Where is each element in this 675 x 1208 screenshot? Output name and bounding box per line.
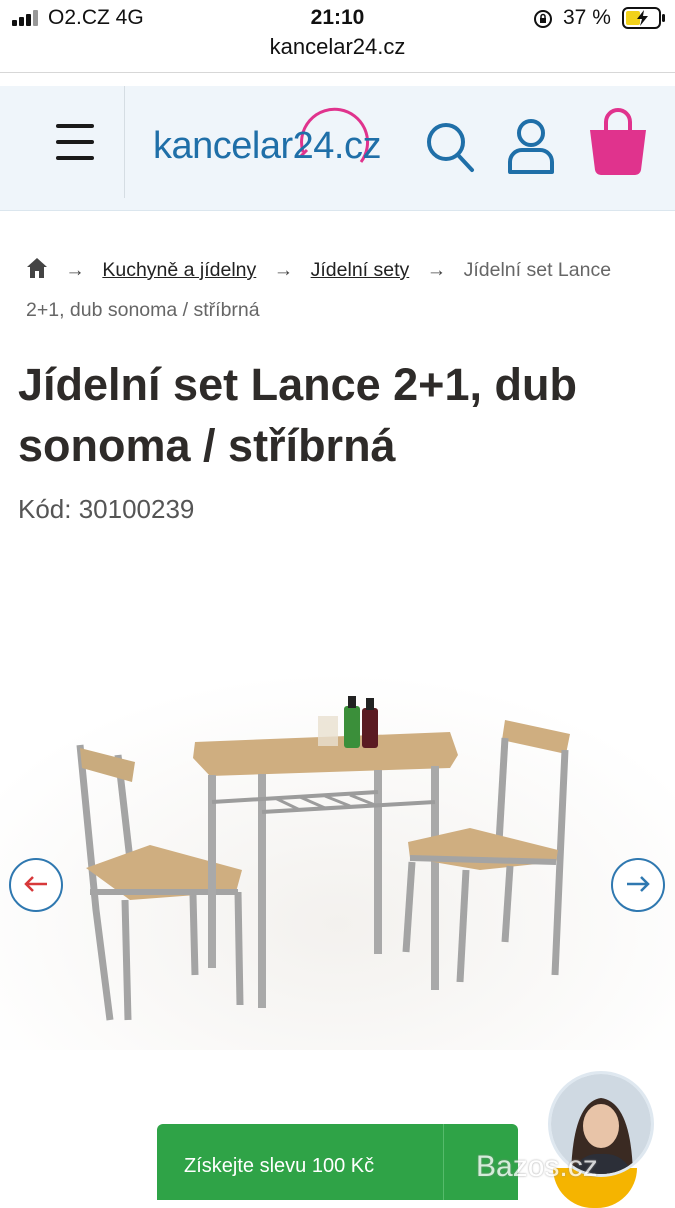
cart-icon[interactable]: [584, 106, 652, 178]
user-icon[interactable]: [504, 116, 558, 176]
battery-charging-icon: [622, 7, 665, 29]
header-divider: [124, 86, 125, 198]
product-photo: [0, 630, 675, 1050]
prev-image-button[interactable]: [9, 858, 63, 912]
product-image-gallery: [0, 630, 675, 1050]
logo-text: kancelar24.cz: [153, 125, 381, 167]
battery-percent: 37 %: [563, 6, 611, 29]
site-logo[interactable]: kancelar24.cz: [150, 102, 420, 184]
url-divider: [0, 72, 675, 73]
breadcrumb: → Kuchyně a jídelny → Jídelní sety → Jíd…: [26, 250, 646, 330]
breadcrumb-separator: →: [273, 259, 294, 281]
product-title: Jídelní set Lance 2+1, dub sonoma / stří…: [18, 359, 577, 471]
status-bar: O2.CZ 4G 21:10 37 % kancelar24.cz: [0, 0, 675, 73]
breadcrumb-kitchens-link[interactable]: Kuchyně a jídelny: [102, 259, 256, 281]
arrow-right-icon: [627, 876, 650, 892]
site-header: kancelar24.cz: [0, 86, 675, 211]
product-code: Kód: 30100239: [18, 494, 195, 524]
home-icon[interactable]: [26, 257, 48, 279]
breadcrumb-separator: →: [426, 259, 447, 281]
menu-button[interactable]: [52, 122, 98, 162]
url-bar[interactable]: kancelar24.cz: [0, 34, 675, 60]
next-image-button[interactable]: [611, 858, 665, 912]
discount-cta-label: Získejte slevu 100 Kč: [184, 1155, 375, 1177]
search-icon[interactable]: [422, 118, 478, 174]
orientation-lock-icon: [534, 10, 552, 28]
discount-cta-button[interactable]: Získejte slevu 100 Kč: [157, 1124, 518, 1200]
arrow-left-icon: [24, 876, 47, 892]
breadcrumb-dining-sets-link[interactable]: Jídelní sety: [311, 259, 410, 281]
breadcrumb-separator: →: [65, 259, 85, 281]
cta-divider: [443, 1124, 444, 1200]
watermark: Bazos.cz: [476, 1150, 598, 1183]
